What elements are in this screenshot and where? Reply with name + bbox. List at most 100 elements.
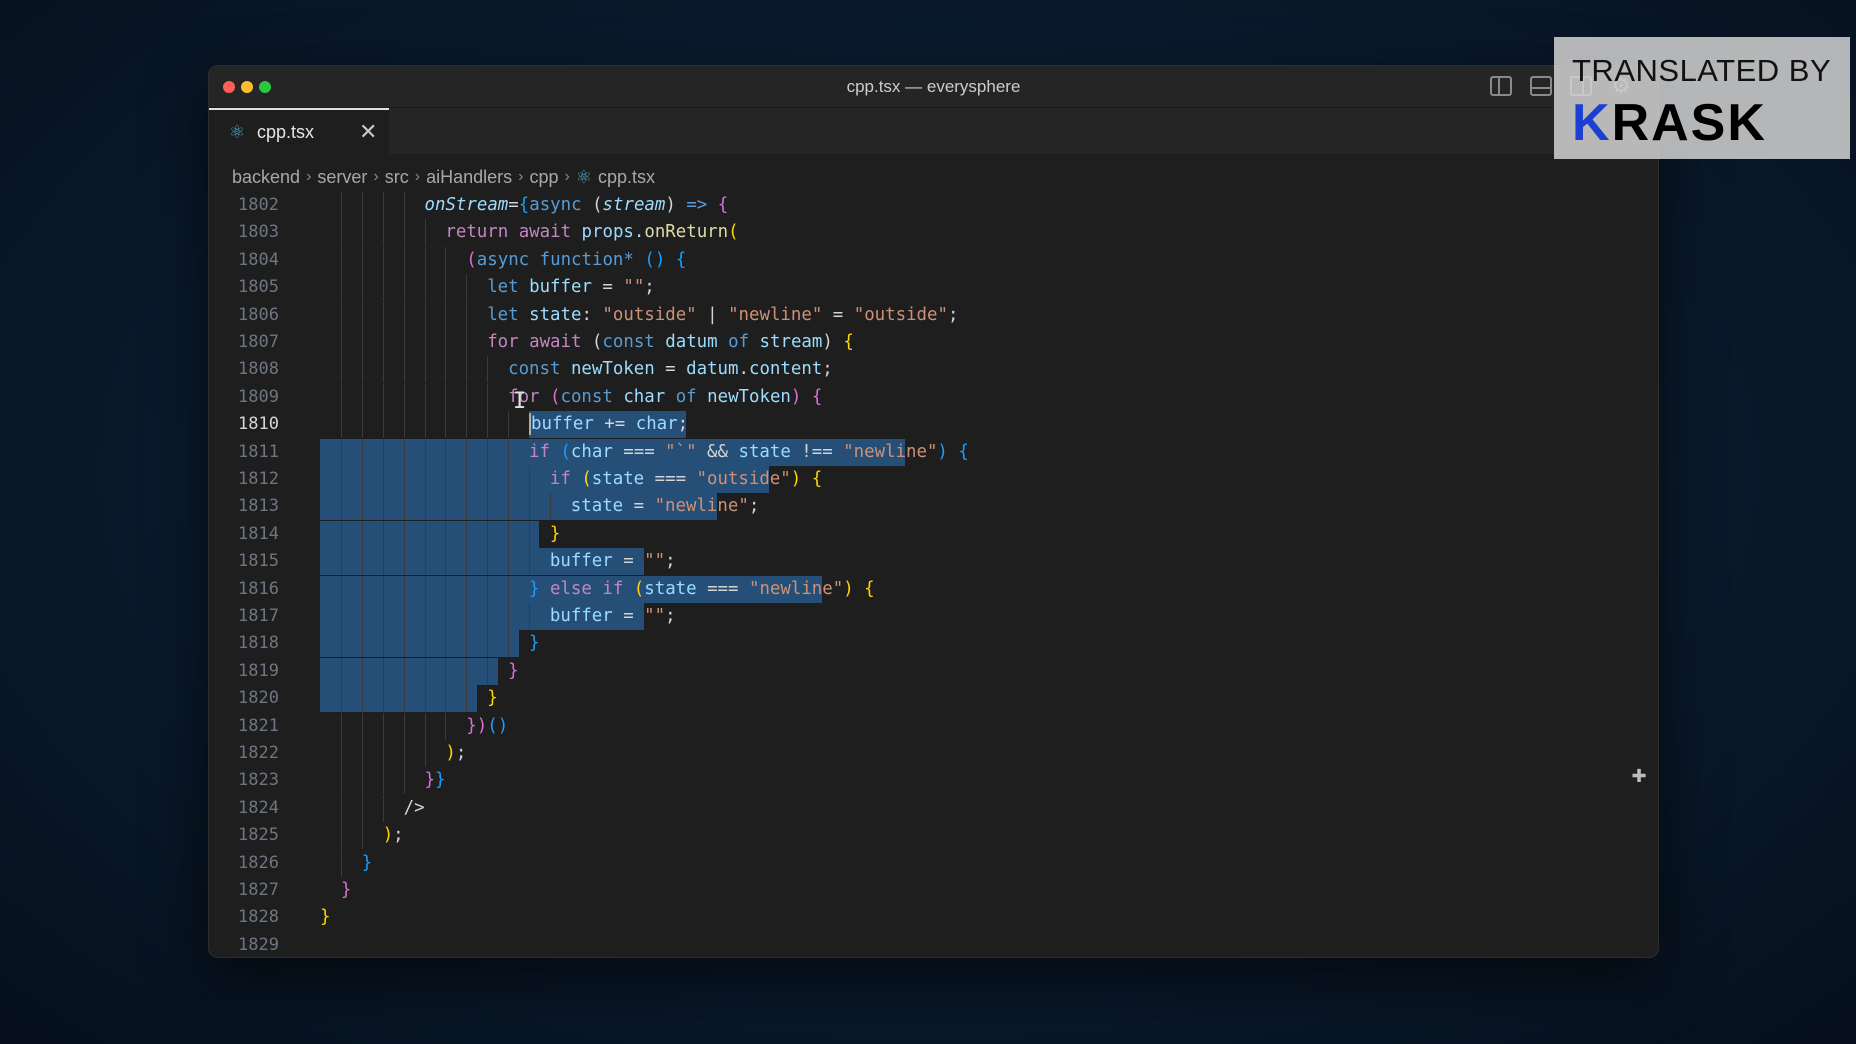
code-text: state = "newline"; bbox=[570, 496, 760, 517]
code-editor[interactable]: 1802 onStream={async (stream) => { 1803 ret… bbox=[209, 192, 1658, 957]
toggle-panel-icon[interactable] bbox=[1530, 76, 1552, 96]
code-text: return await props.onReturn( bbox=[445, 222, 739, 243]
code-line[interactable]: 1811 if (char === "`" && state !== "newli… bbox=[209, 438, 1658, 466]
code-line[interactable]: 1802 onStream={async (stream) => { bbox=[209, 192, 1658, 219]
line-number: 1817 bbox=[238, 606, 279, 626]
breadcrumb-item-cpp[interactable]: cpp bbox=[529, 167, 558, 188]
code-text: } bbox=[508, 660, 519, 681]
code-text: (async function* () { bbox=[466, 249, 687, 270]
breadcrumb-item-backend[interactable]: backend bbox=[232, 167, 300, 188]
chevron-right-icon: › bbox=[373, 168, 379, 185]
code-line[interactable]: 1808 const newToken = datum.content; bbox=[209, 356, 1658, 384]
title-bar: cpp.tsx — everysphere ⚙ bbox=[209, 66, 1658, 108]
code-line[interactable]: 1818} bbox=[209, 630, 1658, 658]
line-number: 1810 bbox=[238, 414, 279, 435]
code-text: } bbox=[361, 852, 373, 873]
code-text: if (state === "outside") { bbox=[549, 469, 823, 489]
toggle-sidebar-icon[interactable] bbox=[1490, 76, 1512, 96]
code-line[interactable]: 1828} bbox=[209, 904, 1658, 931]
line-number: 1804 bbox=[238, 249, 279, 270]
code-text: /> bbox=[403, 797, 425, 818]
breadcrumb-item-src[interactable]: src bbox=[385, 167, 409, 188]
code-text: } bbox=[529, 633, 540, 654]
code-line[interactable]: 1810 buffer += char; bbox=[209, 411, 1658, 439]
breadcrumb-item-server[interactable]: server bbox=[317, 167, 367, 188]
code-line[interactable]: 1813 state = "newline"; bbox=[209, 493, 1658, 521]
code-text: let buffer = ""; bbox=[487, 277, 655, 298]
line-number: 1820 bbox=[238, 688, 279, 709]
code-text: buffer = ""; bbox=[549, 551, 676, 572]
scrollbar-handle[interactable]: ✚ bbox=[1630, 767, 1648, 785]
code-line[interactable]: 1807 for await (const datum of stream) { bbox=[209, 329, 1658, 356]
code-text: })() bbox=[466, 715, 509, 736]
line-number: 1805 bbox=[238, 277, 279, 298]
code-line[interactable]: 1806 let state: "outside" | "newline" = "… bbox=[209, 301, 1658, 329]
window-title: cpp.tsx — everysphere bbox=[846, 77, 1021, 96]
tab-bar: ⚛ cpp.tsx ✕ bbox=[209, 108, 1658, 154]
breadcrumb-item-aihandlers[interactable]: aiHandlers bbox=[426, 167, 512, 188]
line-number: 1819 bbox=[238, 660, 279, 681]
code-line[interactable]: 1815 buffer = ""; bbox=[209, 548, 1658, 576]
code-line[interactable]: 1825); bbox=[209, 822, 1658, 850]
line-number: 1811 bbox=[238, 441, 279, 462]
line-number: 1813 bbox=[238, 496, 279, 517]
line-number: 1809 bbox=[238, 386, 279, 407]
code-line[interactable]: 1809 for (const char of newToken) { bbox=[209, 383, 1658, 411]
code-line[interactable]: 1827} bbox=[209, 877, 1658, 904]
line-number: 1803 bbox=[238, 222, 279, 243]
line-number: 1816 bbox=[238, 578, 279, 599]
close-tab-icon[interactable]: ✕ bbox=[359, 119, 377, 145]
text-cursor-icon: I bbox=[513, 389, 527, 414]
tab-label: cpp.tsx bbox=[257, 122, 315, 142]
code-text: ); bbox=[382, 825, 404, 846]
selection-highlight bbox=[320, 520, 540, 548]
line-number: 1824 bbox=[238, 797, 279, 818]
code-line[interactable]: 1817 buffer = ""; bbox=[209, 603, 1658, 630]
code-line[interactable]: 1803 return await props.onReturn( bbox=[209, 219, 1658, 247]
code-text: } bbox=[340, 880, 352, 900]
code-line[interactable]: 1822); bbox=[209, 740, 1658, 767]
code-text: for (const char of newToken) { bbox=[508, 386, 823, 407]
code-line[interactable]: 1821})() bbox=[209, 712, 1658, 740]
code-line[interactable]: 1824 /> bbox=[209, 794, 1658, 822]
tab-cpp-tsx[interactable]: ⚛ cpp.tsx ✕ bbox=[209, 108, 389, 154]
code-line[interactable]: 1805 let buffer = ""; bbox=[209, 274, 1658, 302]
code-text: if (char === "`" && state !== "newline")… bbox=[529, 441, 969, 462]
code-text: } bbox=[487, 688, 498, 709]
line-number: 1806 bbox=[238, 304, 279, 325]
code-text: buffer = ""; bbox=[549, 606, 676, 626]
code-line[interactable]: 1819} bbox=[209, 657, 1658, 685]
line-number: 1814 bbox=[238, 523, 279, 544]
code-line[interactable]: 1812 if (state === "outside") { bbox=[209, 466, 1658, 493]
line-number: 1808 bbox=[238, 359, 279, 380]
code-text: } else if (state === "newline") { bbox=[529, 578, 875, 599]
code-line[interactable]: 1804 (async function* () { bbox=[209, 246, 1658, 274]
code-line[interactable]: 1826} bbox=[209, 849, 1658, 877]
breadcrumb-item-file[interactable]: cpp.tsx bbox=[598, 167, 655, 188]
chevron-right-icon: › bbox=[306, 168, 312, 185]
code-line[interactable]: 1814} bbox=[209, 520, 1658, 548]
code-text: ); bbox=[445, 743, 467, 763]
code-text: let state: "outside" | "newline" = "outs… bbox=[487, 304, 959, 325]
line-number: 1807 bbox=[238, 332, 279, 352]
react-icon: ⚛ bbox=[575, 166, 592, 187]
watermark-text: TRANSLATED BY bbox=[1572, 53, 1832, 88]
line-number: 1802 bbox=[238, 195, 279, 215]
code-line[interactable]: 1820} bbox=[209, 685, 1658, 713]
rask-logo: KRASK bbox=[1572, 94, 1767, 152]
code-line[interactable]: 1816 } else if (state === "newline") { bbox=[209, 575, 1658, 603]
breadcrumb: backend › server › src › aiHandlers › cp… bbox=[232, 165, 655, 189]
line-number: 1825 bbox=[238, 825, 279, 846]
line-number: 1818 bbox=[238, 633, 279, 654]
editor-window: cpp.tsx — everysphere ⚙ ⚛ cpp.tsx ✕ back… bbox=[208, 65, 1659, 958]
line-number: 1827 bbox=[238, 880, 279, 900]
line-number: 1815 bbox=[238, 551, 279, 572]
line-number: 1822 bbox=[238, 743, 279, 763]
code-text: } bbox=[320, 907, 331, 928]
selection-highlight bbox=[320, 657, 498, 685]
code-line[interactable]: 1829 bbox=[209, 932, 1658, 957]
code-text: for await (const datum of stream) { bbox=[487, 332, 854, 352]
line-number: 1826 bbox=[238, 852, 279, 873]
code-text: buffer += char; bbox=[529, 413, 689, 436]
code-line[interactable]: 1823}} bbox=[209, 767, 1658, 795]
